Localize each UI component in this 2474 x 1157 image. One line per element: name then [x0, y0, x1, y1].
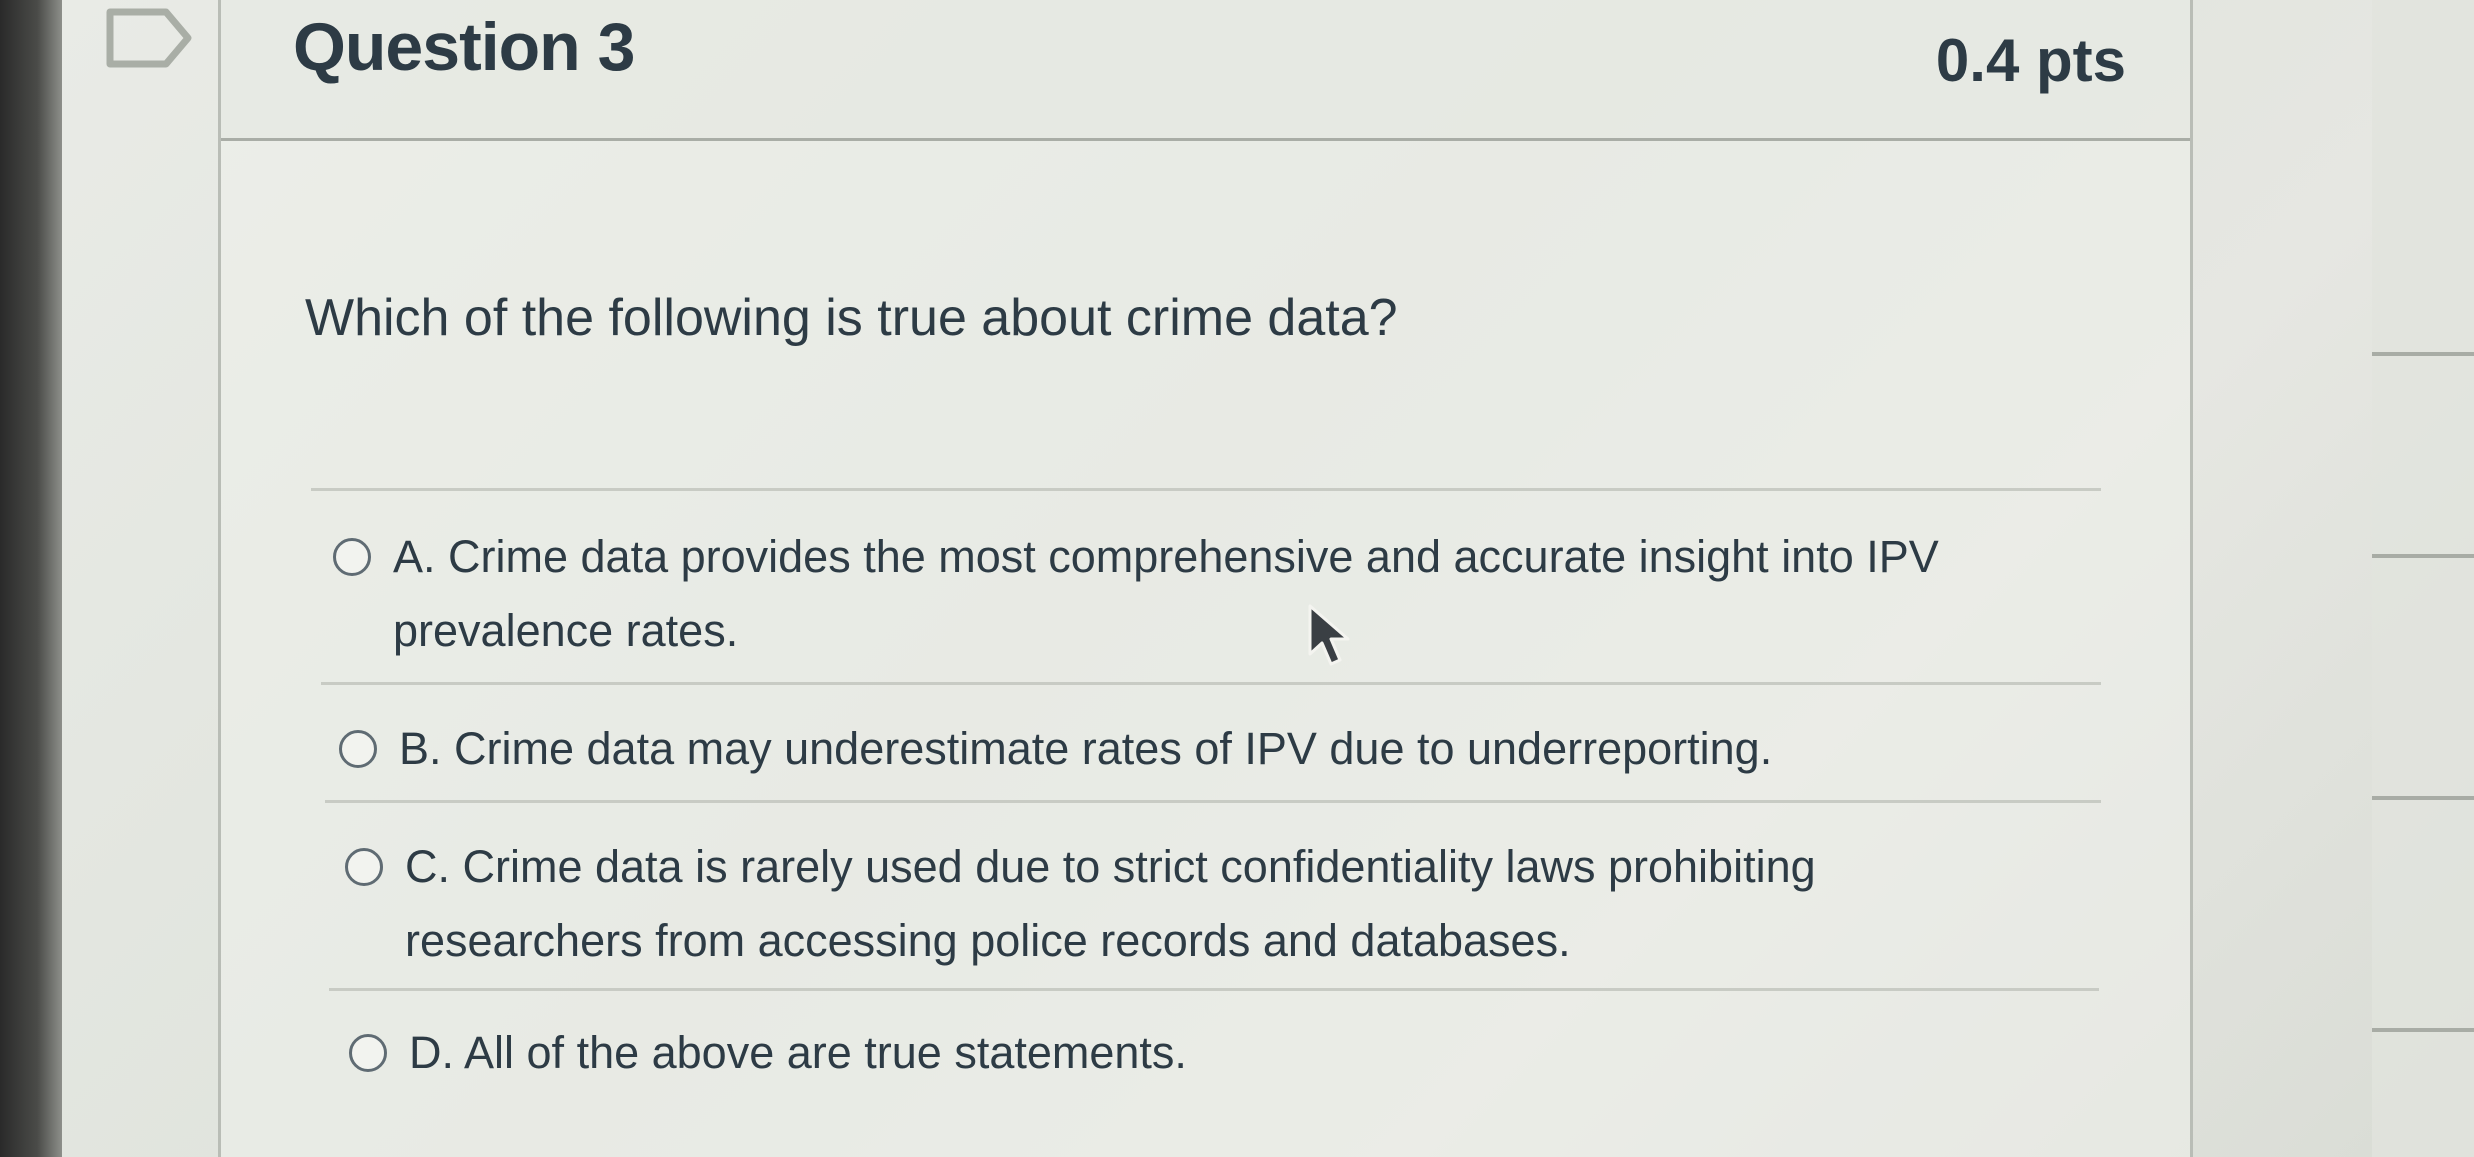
divider [325, 800, 2101, 803]
screen-bezel [0, 0, 62, 1157]
sidebar-divider [2372, 352, 2474, 356]
answer-label: D. All of the above are true statements. [409, 1027, 1187, 1078]
question-title: Question 3 [293, 9, 635, 85]
answer-option-a[interactable]: A. Crime data provides the most comprehe… [333, 520, 2053, 668]
question-header: Question 3 0.4 pts [221, 0, 2190, 141]
mouse-pointer-icon [1308, 604, 1350, 666]
radio-button-icon[interactable] [339, 730, 377, 768]
sidebar-divider [2372, 554, 2474, 558]
answer-option-b[interactable]: B. Crime data may underestimate rates of… [339, 712, 2059, 786]
question-points: 0.4 pts [1935, 27, 2126, 94]
right-sidebar [2372, 0, 2474, 1157]
sidebar-divider [2372, 1028, 2474, 1032]
divider [321, 682, 2101, 685]
radio-button-icon[interactable] [345, 848, 383, 886]
divider [329, 988, 2099, 991]
answer-option-d[interactable]: D. All of the above are true statements. [349, 1016, 2069, 1090]
radio-button-icon[interactable] [333, 538, 371, 576]
answer-label: B. Crime data may underestimate rates of… [399, 723, 1773, 774]
flag-question-icon[interactable] [104, 4, 194, 74]
answer-option-c[interactable]: C. Crime data is rarely used due to stri… [345, 830, 2065, 978]
question-text: Which of the following is true about cri… [305, 289, 1398, 347]
sidebar-divider [2372, 796, 2474, 800]
divider [311, 488, 2101, 491]
answer-label: C. Crime data is rarely used due to stri… [405, 841, 1816, 966]
radio-button-icon[interactable] [349, 1034, 387, 1072]
answer-label: A. Crime data provides the most comprehe… [393, 531, 1939, 656]
question-card: Question 3 0.4 pts Which of the followin… [218, 0, 2193, 1157]
